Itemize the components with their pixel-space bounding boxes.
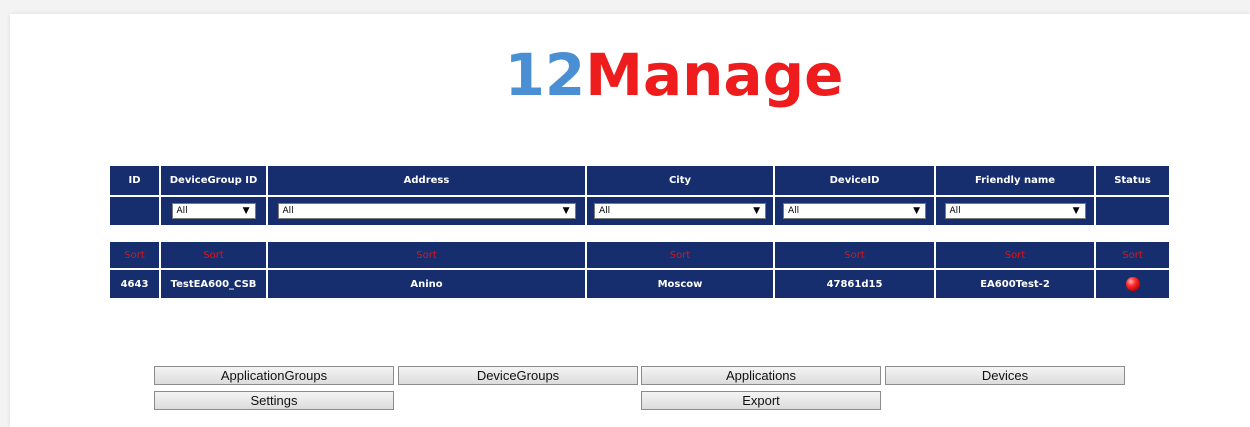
- table-row[interactable]: 4643 TestEA600_CSB Anino Moscow 47861d15…: [110, 269, 1169, 298]
- city-filter-select[interactable]: All ▼: [594, 203, 766, 219]
- header-id: ID: [110, 166, 161, 197]
- settings-button[interactable]: Settings: [154, 391, 394, 410]
- filter-address-cell: All ▼: [267, 196, 587, 225]
- chevron-down-icon: ▼: [242, 206, 250, 216]
- sort-id-link[interactable]: Sort: [110, 242, 161, 270]
- friendly-name-filter-select[interactable]: All ▼: [944, 203, 1086, 219]
- header-friendly-name: Friendly name: [935, 166, 1096, 197]
- sort-row: Sort Sort Sort Sort Sort Sort Sort: [110, 242, 1169, 270]
- devicegroup-filter-select[interactable]: All ▼: [171, 203, 256, 219]
- header-city: City: [586, 166, 775, 197]
- cell-friendly-name: EA600Test-2: [935, 269, 1096, 298]
- cell-city: Moscow: [586, 269, 775, 298]
- sort-deviceid-link[interactable]: Sort: [774, 242, 936, 270]
- deviceid-filter-value: All: [788, 206, 800, 216]
- header-devicegroup-id: DeviceGroup ID: [160, 166, 268, 197]
- device-groups-button[interactable]: DeviceGroups: [398, 366, 638, 385]
- chevron-down-icon: ▼: [1072, 206, 1080, 216]
- deviceid-filter-select[interactable]: All ▼: [783, 203, 926, 219]
- address-filter-value: All: [282, 206, 294, 216]
- logo-number: 12: [504, 41, 586, 109]
- filter-devicegroup-cell: All ▼: [160, 196, 268, 225]
- sort-friendly-name-link[interactable]: Sort: [935, 242, 1096, 270]
- filter-city-cell: All ▼: [586, 196, 775, 225]
- header-address: Address: [267, 166, 587, 197]
- status-offline-icon: [1125, 277, 1140, 291]
- sort-devicegroup-link[interactable]: Sort: [160, 242, 268, 270]
- sort-address-link[interactable]: Sort: [267, 242, 587, 270]
- device-filter-table: ID DeviceGroup ID Address City DeviceID …: [110, 166, 1169, 225]
- filter-id-cell: [110, 196, 161, 225]
- filter-status-cell: [1095, 196, 1169, 225]
- chevron-down-icon: ▼: [913, 206, 920, 216]
- filter-friendly-name-cell: All ▼: [935, 196, 1096, 225]
- devices-button[interactable]: Devices: [885, 366, 1125, 385]
- chevron-down-icon: ▼: [753, 206, 760, 216]
- column-header-row: ID DeviceGroup ID Address City DeviceID …: [110, 166, 1169, 197]
- address-filter-select[interactable]: All ▼: [277, 203, 576, 219]
- header-status: Status: [1095, 166, 1169, 197]
- cell-id: 4643: [110, 269, 161, 298]
- sort-city-link[interactable]: Sort: [586, 242, 775, 270]
- export-button[interactable]: Export: [641, 391, 881, 410]
- applications-button[interactable]: Applications: [641, 366, 881, 385]
- application-groups-button[interactable]: ApplicationGroups: [154, 366, 394, 385]
- city-filter-value: All: [599, 206, 611, 216]
- friendly-name-filter-value: All: [949, 206, 961, 216]
- cell-device-id: 47861d15: [774, 269, 936, 298]
- chevron-down-icon: ▼: [562, 206, 570, 216]
- devicegroup-filter-value: All: [176, 206, 188, 216]
- cell-status: [1095, 269, 1169, 298]
- header-deviceid: DeviceID: [774, 166, 936, 197]
- cell-devicegroup-id: TestEA600_CSB: [160, 269, 268, 298]
- cell-address: Anino: [267, 269, 587, 298]
- device-table: Sort Sort Sort Sort Sort Sort Sort 4643 …: [110, 242, 1169, 298]
- filter-deviceid-cell: All ▼: [774, 196, 936, 225]
- sort-status-link[interactable]: Sort: [1095, 242, 1169, 270]
- filter-row: All ▼ All ▼ All ▼ All ▼ All ▼: [110, 196, 1169, 225]
- page-container: 12Manage ID DeviceGroup ID Address City …: [10, 14, 1250, 427]
- logo-word: Manage: [585, 41, 844, 109]
- app-logo: 12Manage: [10, 42, 1250, 108]
